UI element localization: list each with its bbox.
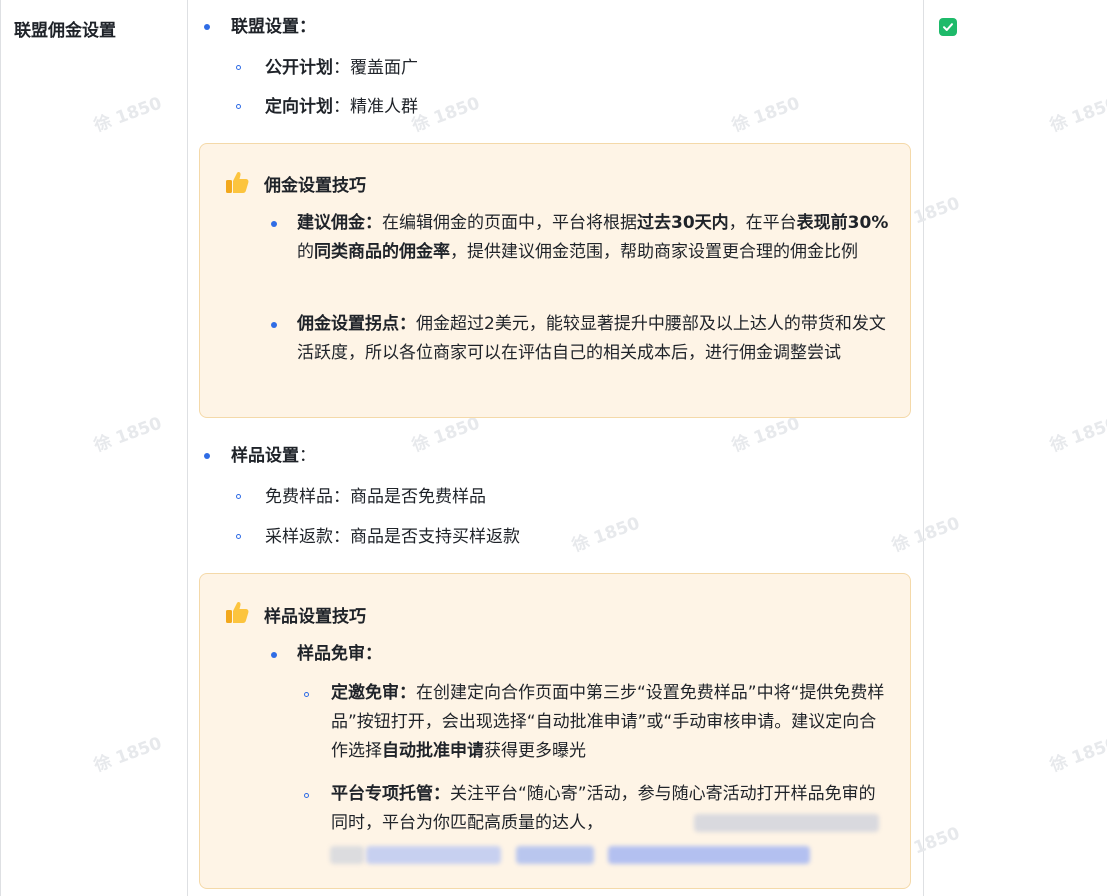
bullet-dot	[271, 652, 277, 658]
column-divider	[923, 0, 924, 896]
tip-label: 平台专项托管：	[331, 784, 450, 804]
tip-emphasis: 同类商品的佣金率	[314, 242, 450, 262]
item-label: 定向计划	[265, 97, 333, 117]
list-item: 免费样品：商品是否免费样品	[265, 487, 486, 507]
bullet-dot	[204, 453, 210, 459]
redacted-text	[330, 846, 364, 864]
list-item: 采样返款：商品是否支持买样返款	[265, 527, 520, 547]
tip-text: 获得更多曝光	[484, 741, 586, 761]
tip-emphasis: 过去30天内	[637, 213, 729, 233]
redacted-text	[694, 814, 879, 832]
column-divider	[187, 0, 188, 896]
row-label: 联盟佣金设置	[14, 21, 116, 41]
item-label: 公开计划	[265, 58, 333, 78]
list-item: 公开计划：覆盖面广	[265, 54, 418, 82]
tip-paragraph: 定邀免审：在创建定向合作页面中第三步“设置免费样品”中将“提供免费样品”按钮打开…	[331, 679, 891, 766]
tip-label: 佣金设置拐点：	[297, 314, 416, 334]
tip-label: 建议佣金：	[297, 213, 382, 233]
sample-tips-callout: 样品设置技巧 样品免审： 定邀免审：在创建定向合作页面中第三步“设置免费样品”中…	[199, 573, 911, 889]
check-icon	[943, 23, 953, 31]
bullet-ring	[236, 534, 241, 539]
redacted-text	[516, 846, 594, 864]
tip-text: 在编辑佣金的页面中，平台将根据	[382, 213, 637, 233]
item-text: ：覆盖面广	[333, 58, 418, 78]
tip-paragraph: 佣金设置拐点：佣金超过2美元，能较显著提升中腰部及以上达人的带货和发文活跃度，所…	[297, 310, 897, 368]
thumbs-up-icon	[226, 171, 249, 193]
bullet-dot	[271, 221, 277, 227]
tip-paragraph: 建议佣金：在编辑佣金的页面中，平台将根据过去30天内，在平台表现前30% 的同类商…	[297, 209, 897, 267]
tip-text: ，提供建议佣金范围，帮助商家设置更合理的佣金比例	[450, 242, 858, 262]
tip-emphasis: 自动批准申请	[382, 741, 484, 761]
tip-text: ，在平台	[728, 213, 797, 233]
callout-title: 佣金设置技巧	[264, 176, 366, 196]
item-text: ：精准人群	[333, 97, 418, 117]
bullet-ring	[236, 104, 241, 109]
status-checkbox[interactable]	[939, 18, 957, 36]
redacted-text	[366, 846, 501, 864]
commission-tips-callout: 佣金设置技巧 建议佣金：在编辑佣金的页面中，平台将根据过去30天内，在平台表现前…	[199, 143, 911, 418]
sample-title-line: 样品设置：	[231, 442, 316, 470]
list-item: 定向计划：精准人群	[265, 93, 418, 121]
callout-title: 样品设置技巧	[264, 607, 366, 627]
table-border-left	[0, 0, 1, 896]
colon: ：	[299, 446, 316, 466]
bullet-ring	[304, 692, 309, 697]
tip-text: 的	[297, 242, 314, 262]
bullet-ring	[236, 65, 241, 70]
tip-emphasis: 表现前30%	[796, 213, 889, 233]
bullet-dot	[204, 24, 210, 30]
bullet-ring	[236, 494, 241, 499]
tip-label: 定邀免审：	[331, 683, 416, 703]
bullet-dot	[271, 322, 277, 328]
sub-title: 样品免审：	[297, 644, 382, 664]
thumbs-up-icon	[226, 601, 249, 623]
sample-title: 样品设置	[231, 446, 299, 466]
alliance-title: 联盟设置：	[231, 17, 316, 37]
bullet-ring	[304, 793, 309, 798]
redacted-text	[608, 846, 810, 864]
